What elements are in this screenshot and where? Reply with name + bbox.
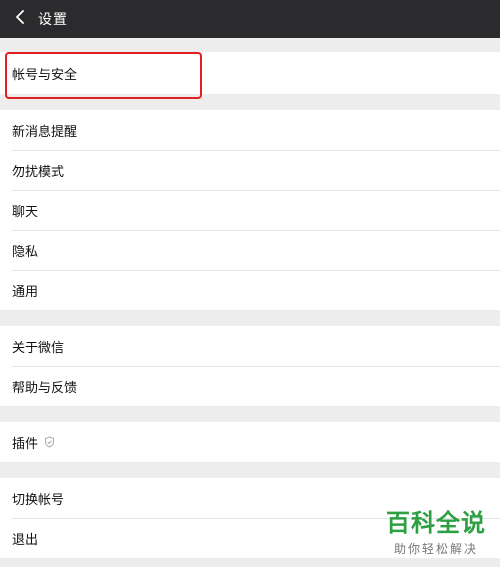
setting-label: 退出	[12, 532, 39, 548]
setting-label: 勿扰模式	[12, 164, 65, 180]
page-title: 设置	[38, 12, 68, 28]
setting-label: 插件	[12, 436, 39, 452]
setting-chat[interactable]: 聊天	[0, 190, 500, 230]
section-gap	[0, 94, 500, 110]
settings-group-account: 帐号与安全	[0, 52, 500, 94]
setting-label: 关于微信	[12, 340, 65, 356]
section-gap	[0, 462, 500, 478]
setting-privacy[interactable]: 隐私	[0, 230, 500, 270]
settings-group-about: 关于微信 帮助与反馈	[0, 326, 500, 406]
setting-new-message-notify[interactable]: 新消息提醒	[0, 110, 500, 150]
watermark: 百科全说 助你轻松解决	[386, 503, 486, 557]
setting-do-not-disturb[interactable]: 勿扰模式	[0, 150, 500, 190]
setting-label: 新消息提醒	[12, 124, 78, 140]
setting-label: 帮助与反馈	[12, 380, 78, 396]
section-gap	[0, 406, 500, 422]
back-button[interactable]	[4, 0, 36, 38]
chevron-left-icon	[15, 10, 25, 28]
setting-label: 通用	[12, 284, 39, 300]
setting-account-security[interactable]: 帐号与安全	[0, 52, 500, 94]
setting-label: 聊天	[12, 204, 39, 220]
settings-group-plugins: 插件	[0, 422, 500, 462]
settings-group-general: 新消息提醒 勿扰模式 聊天 隐私 通用	[0, 110, 500, 310]
shield-icon	[44, 436, 55, 448]
setting-label: 帐号与安全	[12, 67, 78, 83]
watermark-brand: 百科全说	[386, 509, 486, 537]
setting-help-feedback[interactable]: 帮助与反馈	[0, 366, 500, 406]
setting-label: 切换帐号	[12, 492, 65, 508]
section-gap	[0, 310, 500, 326]
section-gap	[0, 38, 500, 52]
setting-general[interactable]: 通用	[0, 270, 500, 310]
setting-plugins[interactable]: 插件	[0, 422, 500, 462]
top-bar: 设置	[0, 0, 500, 38]
watermark-slogan: 助你轻松解决	[393, 542, 478, 556]
setting-label: 隐私	[12, 244, 39, 260]
setting-about-wechat[interactable]: 关于微信	[0, 326, 500, 366]
